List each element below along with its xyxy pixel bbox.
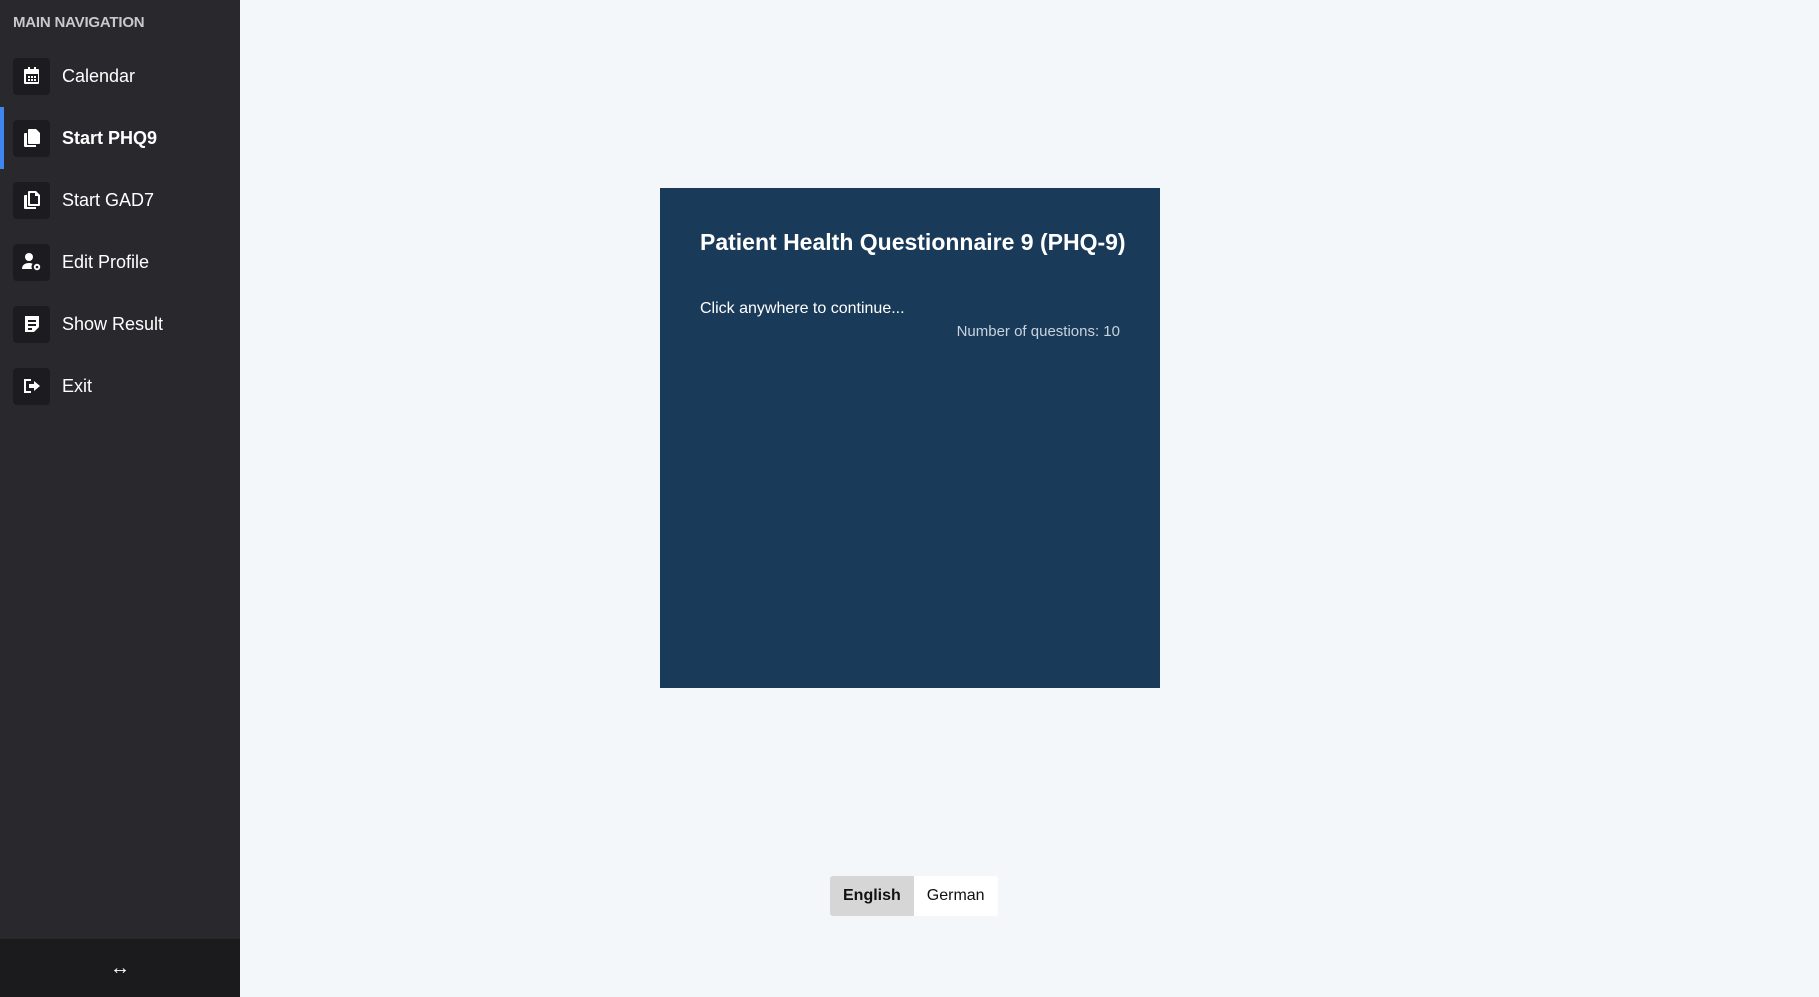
questionnaire-title: Patient Health Questionnaire 9 (PHQ-9) — [700, 229, 1126, 255]
sidebar-item-calendar[interactable]: Calendar — [0, 45, 240, 107]
sidebar-item-label: Edit Profile — [62, 251, 150, 272]
sidebar-item-label: Start PHQ9 — [62, 127, 158, 148]
sidebar-item-edit-profile[interactable]: Edit Profile — [0, 231, 240, 293]
collapse-toggle-icon[interactable]: ↔ — [110, 957, 130, 980]
sign-out-icon — [13, 367, 50, 405]
language-english-button[interactable]: English — [830, 876, 914, 916]
questionnaire-start-card[interactable]: Patient Health Questionnaire 9 (PHQ-9) C… — [660, 188, 1160, 688]
sidebar-item-label: Exit — [62, 375, 93, 396]
sidebar-item-label: Start GAD7 — [62, 189, 155, 210]
copy-icon — [13, 119, 50, 157]
copy-outline-icon — [13, 181, 50, 219]
language-switch: English German — [830, 876, 998, 916]
continue-hint: Click anywhere to continue... — [700, 300, 905, 317]
sidebar-item-start-gad7[interactable]: Start GAD7 — [0, 169, 240, 231]
question-count: Number of questions: 10 — [956, 323, 1120, 340]
sidebar-item-start-phq9[interactable]: Start PHQ9 — [0, 107, 240, 169]
sidebar: MAIN NAVIGATION Calendar Start PHQ9 Star… — [0, 0, 240, 997]
nav-heading: MAIN NAVIGATION — [13, 14, 145, 31]
sidebar-item-exit[interactable]: Exit — [0, 355, 240, 417]
nav-list: Calendar Start PHQ9 Start GAD7 Edit Prof… — [0, 45, 240, 417]
calendar-icon — [13, 57, 50, 95]
language-german-button[interactable]: German — [913, 876, 998, 916]
sidebar-footer: ↔ — [0, 939, 240, 997]
document-icon — [13, 305, 50, 343]
user-gear-icon — [13, 243, 50, 281]
sidebar-item-label: Calendar — [62, 65, 136, 86]
sidebar-item-label: Show Result — [62, 313, 164, 334]
sidebar-item-show-result[interactable]: Show Result — [0, 293, 240, 355]
